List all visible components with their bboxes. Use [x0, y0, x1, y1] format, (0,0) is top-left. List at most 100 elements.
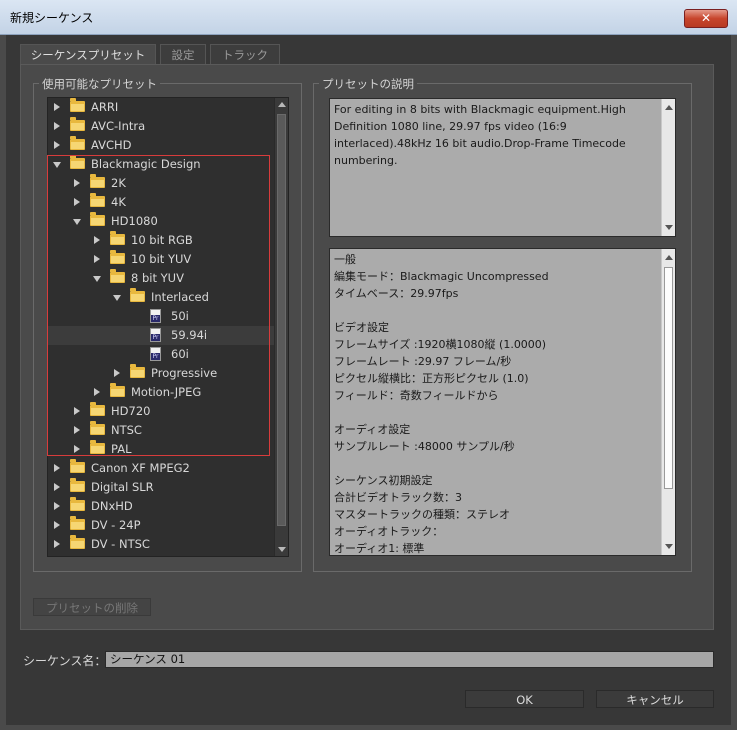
scroll-down-icon[interactable]	[665, 544, 673, 549]
folder-icon	[70, 516, 85, 530]
tree-item-label: DNxHD	[91, 499, 133, 513]
tree-item-label: 4K	[111, 195, 126, 209]
scroll-thumb[interactable]	[664, 267, 673, 489]
folder-icon	[90, 193, 105, 207]
delete-preset-button[interactable]: プリセットの削除	[33, 598, 151, 616]
collapsed-arrow-icon[interactable]	[54, 521, 60, 529]
details-line: フレームサイズ :1920横1080縦 (1.0000)	[334, 338, 547, 351]
window-title: 新規シーケンス	[10, 11, 94, 25]
tree-item[interactable]: PAL	[48, 440, 274, 459]
tab-sequence-presets[interactable]: シーケンスプリセット	[20, 44, 156, 66]
folder-icon	[70, 497, 85, 511]
scroll-thumb[interactable]	[277, 114, 286, 526]
details-line: タイムベース：29.97fps	[334, 287, 459, 300]
tree-item[interactable]: Canon XF MPEG2	[48, 459, 274, 478]
tree-item[interactable]: Digital SLR	[48, 478, 274, 497]
tree-item[interactable]: Pr 50i	[48, 307, 274, 326]
folder-icon	[70, 117, 85, 131]
scroll-up-icon[interactable]	[665, 255, 673, 260]
collapsed-arrow-icon[interactable]	[54, 141, 60, 149]
description-scrollbar[interactable]	[661, 99, 675, 236]
tree-item[interactable]: NTSC	[48, 421, 274, 440]
tree-item-label: HD1080	[111, 214, 158, 228]
collapsed-arrow-icon[interactable]	[54, 103, 60, 111]
cancel-button[interactable]: キャンセル	[596, 690, 714, 708]
tree-item[interactable]: 10 bit YUV	[48, 250, 274, 269]
available-presets-title: 使用可能なプリセット	[39, 76, 160, 92]
preset-tree-scrollbar[interactable]	[274, 98, 288, 556]
tree-item-label: 60i	[171, 347, 189, 361]
details-box: オーディオ1: 標準 オーディオトラック： マスタートラックの種類：ステレオ 合…	[329, 248, 676, 556]
scroll-down-icon[interactable]	[278, 547, 286, 552]
tree-item[interactable]: HD1080	[48, 212, 274, 231]
preset-tree[interactable]: DV - NTSC DV - 24P DNxHD Digital SLR Canon X…	[47, 97, 289, 557]
scroll-up-icon[interactable]	[665, 105, 673, 110]
folder-icon	[70, 136, 85, 150]
collapsed-arrow-icon[interactable]	[114, 369, 120, 377]
expanded-arrow-icon[interactable]	[53, 162, 61, 168]
tree-item[interactable]: HD720	[48, 402, 274, 421]
tree-item[interactable]: Motion-JPEG	[48, 383, 274, 402]
collapsed-arrow-icon[interactable]	[54, 540, 60, 548]
tree-item[interactable]: 2K	[48, 174, 274, 193]
tree-item[interactable]: Blackmagic Design	[48, 155, 274, 174]
collapsed-arrow-icon[interactable]	[54, 502, 60, 510]
scroll-down-icon[interactable]	[665, 225, 673, 230]
collapsed-arrow-icon[interactable]	[74, 445, 80, 453]
tree-item-label: HD720	[111, 404, 151, 418]
expanded-arrow-icon[interactable]	[93, 276, 101, 282]
tree-item[interactable]: 4K	[48, 193, 274, 212]
scroll-up-icon[interactable]	[278, 102, 286, 107]
folder-icon	[70, 459, 85, 473]
collapsed-arrow-icon[interactable]	[94, 388, 100, 396]
collapsed-arrow-icon[interactable]	[94, 236, 100, 244]
tree-item[interactable]: 10 bit RGB	[48, 231, 274, 250]
expanded-arrow-icon[interactable]	[113, 295, 121, 301]
tree-item[interactable]: Pr 59.94i	[48, 326, 274, 345]
tree-item[interactable]: Pr 60i	[48, 345, 274, 364]
collapsed-arrow-icon[interactable]	[74, 407, 80, 415]
tree-item-label: PAL	[111, 442, 132, 456]
preset-description-title: プリセットの説明	[319, 76, 417, 92]
tree-item-label: Digital SLR	[91, 480, 154, 494]
tree-item-label: 8 bit YUV	[131, 271, 184, 285]
tree-item-label: AVC-Intra	[91, 119, 146, 133]
details-line: 一般	[334, 253, 356, 266]
tree-item[interactable]: 8 bit YUV	[48, 269, 274, 288]
ok-button[interactable]: OK	[465, 690, 584, 708]
folder-icon	[70, 535, 85, 549]
details-line: フレームレート :29.97 フレーム/秒	[334, 355, 512, 368]
tree-item[interactable]: DNxHD	[48, 497, 274, 516]
close-button[interactable]: ✕	[684, 9, 728, 28]
tree-item[interactable]: DV - NTSC	[48, 535, 274, 554]
tree-item[interactable]: DV - 24P	[48, 516, 274, 535]
folder-icon	[110, 231, 125, 245]
tree-item[interactable]: AVCHD	[48, 136, 274, 155]
collapsed-arrow-icon[interactable]	[54, 122, 60, 130]
collapsed-arrow-icon[interactable]	[54, 464, 60, 472]
sequence-name-label: シーケンス名：	[23, 654, 107, 668]
sequence-name-input[interactable]	[105, 651, 714, 668]
details-scrollbar[interactable]	[661, 249, 675, 555]
tree-item-label: NTSC	[111, 423, 142, 437]
folder-icon	[110, 383, 125, 397]
collapsed-arrow-icon[interactable]	[54, 483, 60, 491]
collapsed-arrow-icon[interactable]	[74, 198, 80, 206]
details-line: マスタートラックの種類：ステレオ	[334, 508, 510, 521]
tree-item[interactable]: Progressive	[48, 364, 274, 383]
expanded-arrow-icon[interactable]	[73, 219, 81, 225]
details-line: オーディオ1: 標準	[334, 542, 425, 555]
collapsed-arrow-icon[interactable]	[74, 179, 80, 187]
tree-item-label: 50i	[171, 309, 189, 323]
tree-item[interactable]: ARRI	[48, 98, 274, 117]
collapsed-arrow-icon[interactable]	[74, 426, 80, 434]
folder-icon	[130, 288, 145, 302]
preset-file-badge: Pr	[151, 315, 160, 322]
tab-settings[interactable]: 設定	[160, 44, 206, 65]
collapsed-arrow-icon[interactable]	[94, 255, 100, 263]
tree-item[interactable]: AVC-Intra	[48, 117, 274, 136]
tree-item-label: DV - NTSC	[91, 537, 150, 551]
tab-tracks[interactable]: トラック	[210, 44, 280, 65]
tree-item[interactable]: Interlaced	[48, 288, 274, 307]
tree-item-label: 10 bit YUV	[131, 252, 192, 266]
